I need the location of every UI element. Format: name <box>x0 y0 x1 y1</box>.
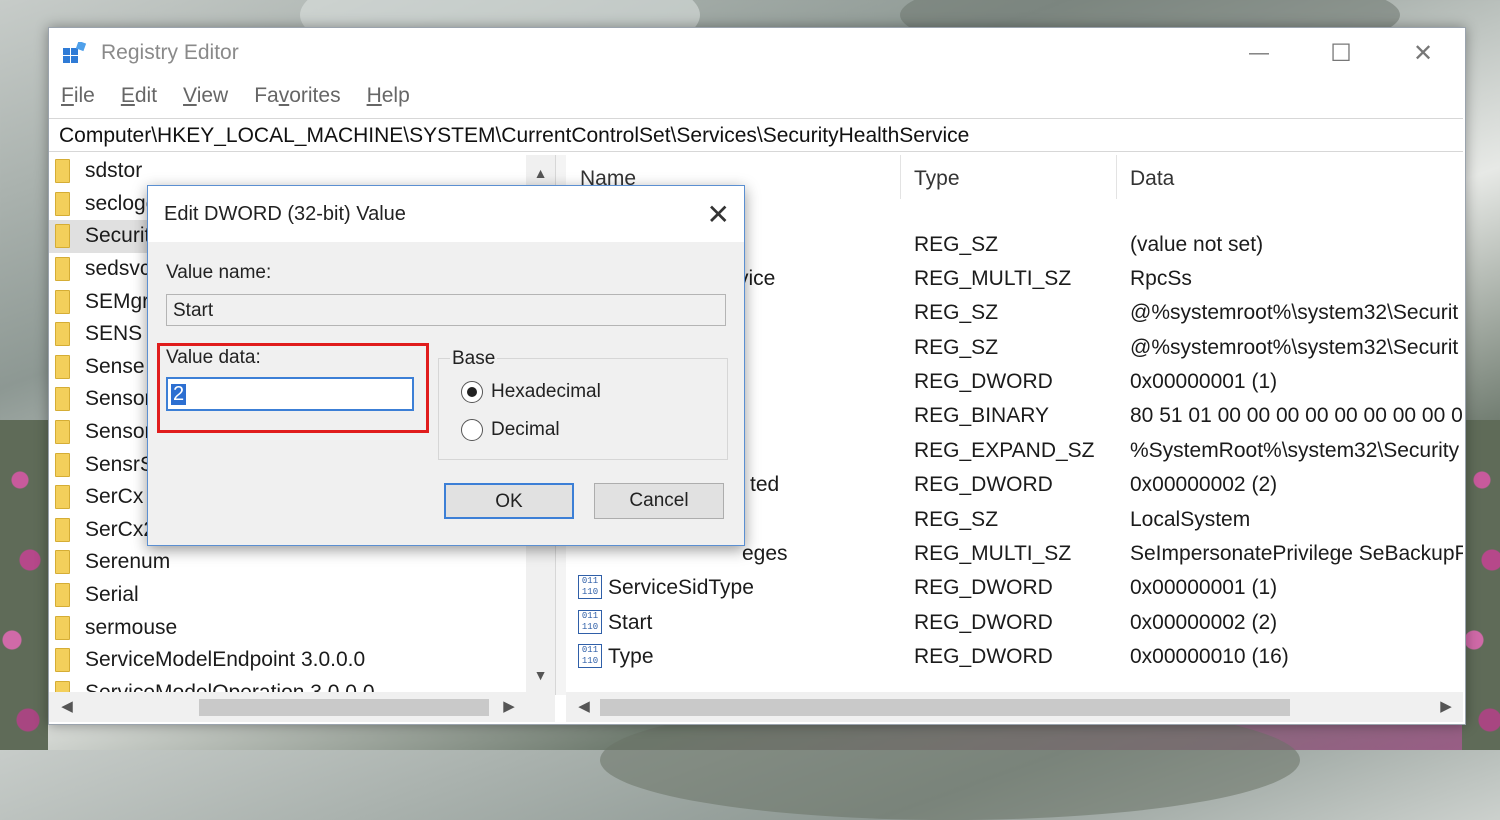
menu-view[interactable]: View <box>183 84 228 108</box>
column-header-data[interactable]: Data <box>1130 167 1174 191</box>
folder-icon <box>55 550 70 575</box>
folder-icon <box>55 159 70 184</box>
column-divider <box>900 155 901 199</box>
radio-selected-icon <box>461 381 483 403</box>
list-row[interactable]: 011 110 ServiceSidType REG_DWORD 0x00000001… <box>566 571 1463 605</box>
scroll-right-arrow-icon[interactable]: ▶ <box>495 692 523 722</box>
value-data-label: Value data: <box>166 347 261 368</box>
value-data-input[interactable] <box>166 377 414 411</box>
tree-item[interactable]: sermouse <box>49 611 555 644</box>
background-flowers <box>1462 420 1500 750</box>
value-name-label: Value name: <box>166 262 272 283</box>
close-button[interactable]: ✕ <box>1393 34 1453 72</box>
folder-icon <box>55 517 70 542</box>
tree-item[interactable]: Serenum <box>49 546 555 579</box>
list-row[interactable]: 011 110 Type REG_DWORD 0x00000010 (16) <box>566 640 1463 674</box>
window-title: Registry Editor <box>101 41 239 64</box>
dialog-title-bar[interactable]: Edit DWORD (32-bit) Value ✕ <box>148 186 744 242</box>
list-horizontal-scrollbar[interactable]: ◀ ▶ <box>566 692 1463 722</box>
title-bar[interactable]: Registry Editor — ☐ ✕ <box>49 28 1465 78</box>
scroll-thumb[interactable] <box>600 699 1290 716</box>
base-label: Base <box>450 348 498 370</box>
dword-icon: 011 110 <box>578 575 602 599</box>
menu-file[interactable]: File <box>61 84 95 108</box>
scroll-down-arrow-icon[interactable]: ▼ <box>526 661 555 689</box>
tree-item[interactable]: sdstor <box>49 155 555 188</box>
edit-dword-dialog: Edit DWORD (32-bit) Value ✕ Value name: … <box>147 185 745 546</box>
dialog-title: Edit DWORD (32-bit) Value <box>164 203 406 225</box>
folder-icon <box>55 452 70 477</box>
background-flowers <box>0 420 48 750</box>
folder-icon <box>55 648 70 673</box>
maximize-button[interactable]: ☐ <box>1311 34 1371 72</box>
scroll-right-arrow-icon[interactable]: ▶ <box>1432 692 1460 722</box>
address-bar[interactable]: Computer\HKEY_LOCAL_MACHINE\SYSTEM\Curre… <box>49 118 1463 152</box>
column-divider <box>1116 155 1117 199</box>
folder-icon <box>55 322 70 347</box>
folder-icon <box>55 615 70 640</box>
tree-item[interactable]: Serial <box>49 579 555 612</box>
folder-icon <box>55 583 70 608</box>
folder-icon <box>55 485 70 510</box>
dword-icon: 011 110 <box>578 644 602 668</box>
folder-icon <box>55 354 70 379</box>
radio-hexadecimal[interactable]: Hexadecimal <box>461 381 601 403</box>
radio-unselected-icon <box>461 419 483 441</box>
scroll-left-arrow-icon[interactable]: ◀ <box>570 692 598 722</box>
menu-bar: File Edit View Favorites Help <box>61 84 436 108</box>
scroll-thumb[interactable] <box>199 699 489 716</box>
registry-editor-icon <box>63 42 87 63</box>
menu-edit[interactable]: Edit <box>121 84 157 108</box>
cancel-button[interactable]: Cancel <box>594 483 724 519</box>
folder-icon <box>55 289 70 314</box>
minimize-button[interactable]: — <box>1229 34 1289 72</box>
folder-icon <box>55 257 70 282</box>
tree-horizontal-scrollbar[interactable]: ◀ ▶ <box>49 692 555 722</box>
value-data-selection: 2 <box>171 383 187 405</box>
list-row[interactable]: 011 110 Start REG_DWORD 0x00000002 (2) <box>566 606 1463 640</box>
folder-icon <box>55 387 70 412</box>
menu-favorites[interactable]: Favorites <box>254 84 340 108</box>
folder-icon <box>55 191 70 216</box>
folder-icon <box>55 420 70 445</box>
scroll-up-arrow-icon[interactable]: ▲ <box>526 159 555 187</box>
column-header-type[interactable]: Type <box>914 167 960 191</box>
folder-icon <box>55 224 70 249</box>
dword-icon: 011 110 <box>578 610 602 634</box>
radio-decimal[interactable]: Decimal <box>461 419 560 441</box>
tree-item[interactable]: ServiceModelEndpoint 3.0.0.0 <box>49 644 555 677</box>
value-name-field: Start <box>166 294 726 326</box>
scroll-left-arrow-icon[interactable]: ◀ <box>53 692 81 722</box>
dialog-close-button[interactable]: ✕ <box>707 198 730 231</box>
ok-button[interactable]: OK <box>444 483 574 519</box>
menu-help[interactable]: Help <box>367 84 410 108</box>
base-group-box <box>438 358 728 460</box>
